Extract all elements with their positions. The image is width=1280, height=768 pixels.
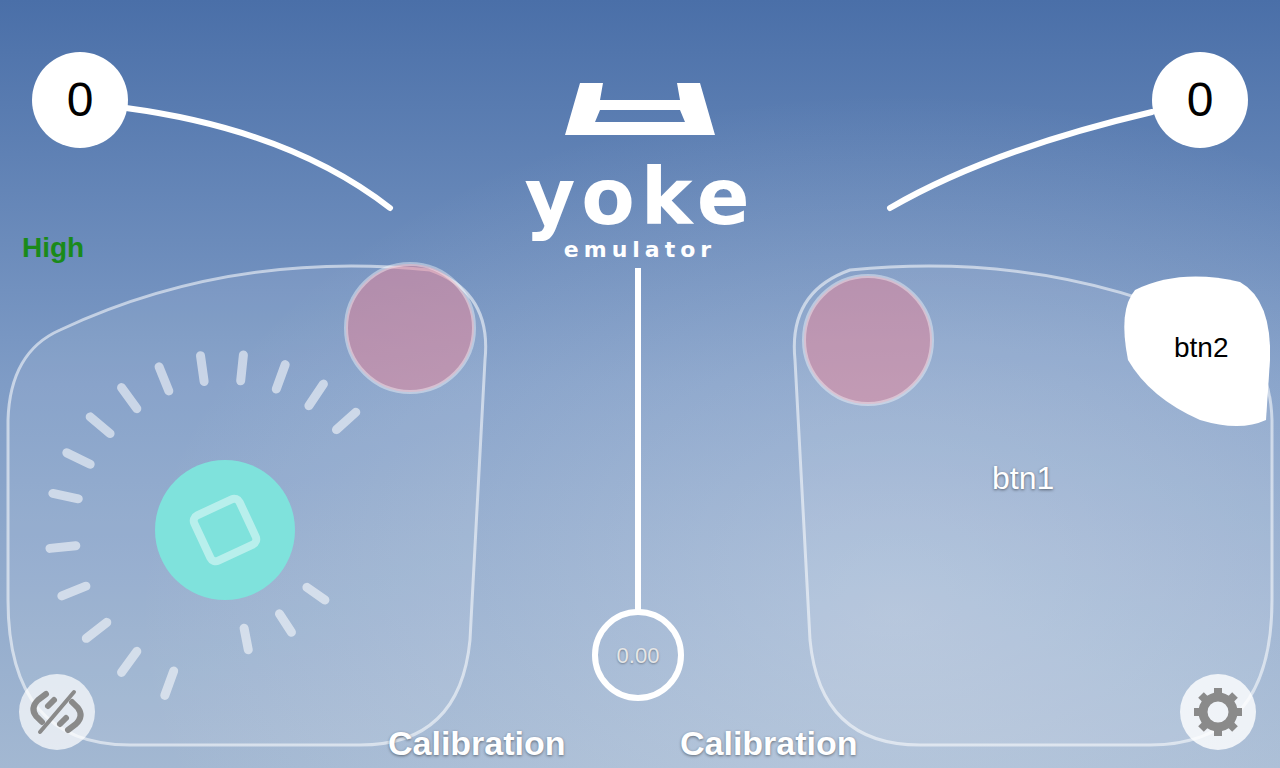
scale-dash — [67, 453, 90, 464]
sensitivity-label: High — [22, 230, 84, 265]
gear-icon[interactable] — [1180, 674, 1256, 750]
left-counter: 0 — [32, 52, 128, 148]
scale-dash — [309, 384, 324, 406]
scale-dash — [86, 622, 106, 638]
center-dial[interactable]: 0.00 — [592, 609, 684, 701]
right-pink-knob[interactable] — [804, 276, 932, 404]
btn1-label[interactable]: btn1 — [992, 458, 1054, 498]
right-connector-line — [890, 112, 1152, 208]
right-control-panel — [794, 266, 1272, 745]
yoke-logo-icon — [565, 83, 715, 135]
stick-knob-icon — [192, 497, 258, 563]
left-pink-knob[interactable] — [346, 264, 474, 392]
scale-dash — [336, 412, 355, 429]
scale-dash — [279, 614, 291, 632]
scale-dash — [276, 365, 285, 389]
scale-dash — [90, 417, 110, 434]
scale-dash — [50, 546, 76, 549]
right-counter: 0 — [1152, 52, 1248, 148]
logo-title: yoke — [524, 158, 755, 236]
unlink-icon[interactable] — [19, 674, 95, 750]
scale-dash — [62, 586, 86, 596]
center-reading: 0.00 — [617, 639, 660, 672]
scale-dash — [244, 628, 248, 650]
left-connector-line — [126, 108, 390, 208]
btn2-shape[interactable] — [1124, 277, 1270, 426]
scale-dash — [165, 671, 174, 695]
scale-dash — [307, 587, 325, 600]
cyan-stick-knob[interactable] — [155, 460, 295, 600]
btn2-label[interactable]: btn2 — [1174, 330, 1229, 365]
right-calibration-button[interactable]: Calibration — [680, 722, 858, 765]
throttle-scale — [50, 355, 356, 695]
scale-dash — [122, 651, 137, 672]
right-counter-value: 0 — [1187, 76, 1214, 124]
scale-dash — [122, 388, 137, 409]
scale-dash — [241, 355, 244, 381]
scale-dash — [159, 367, 169, 391]
scale-dash — [201, 356, 205, 382]
app-logo: yoke emulator — [460, 158, 820, 264]
center-axis-line — [635, 268, 641, 610]
logo-subtitle: emulator — [564, 236, 716, 264]
app-screen: 0 0 High yoke emulator 0.00 Calibration … — [0, 0, 1280, 768]
left-counter-value: 0 — [67, 76, 94, 124]
scale-dash — [53, 493, 78, 498]
left-calibration-button[interactable]: Calibration — [388, 722, 566, 765]
